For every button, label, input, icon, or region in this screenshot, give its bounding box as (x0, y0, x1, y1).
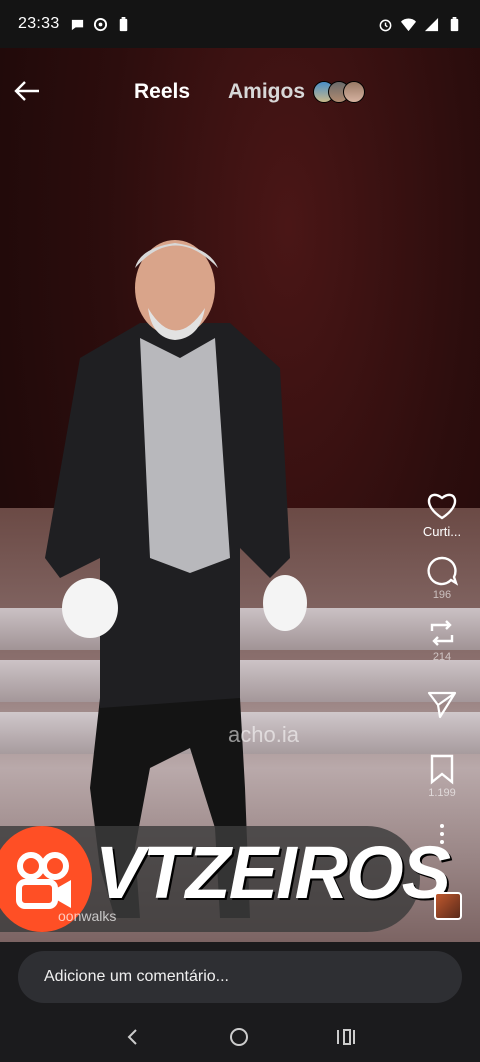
heart-icon (427, 493, 457, 520)
like-label: Curti... (422, 524, 462, 539)
arrow-left-icon (14, 81, 39, 101)
status-time: 23:33 (18, 15, 60, 32)
save-count: 1.199 (428, 787, 456, 799)
send-icon (427, 691, 457, 719)
repost-icon (430, 620, 454, 646)
alarm-icon (379, 19, 392, 31)
chat-bubble-icon (71, 19, 83, 30)
reel-video[interactable]: acho.ia (0, 48, 480, 942)
tab-friends-label: Amigos (228, 80, 306, 103)
nav-back-icon[interactable] (123, 1027, 143, 1047)
target-icon (93, 17, 107, 31)
comment-icon (427, 556, 458, 586)
comment-input[interactable]: Adicione um comentário... (18, 951, 462, 1003)
friends-avatars (313, 81, 366, 103)
nav-home-icon[interactable] (228, 1026, 250, 1048)
music-line: oonwalks (58, 908, 117, 924)
banner-title: VTZEIROS (95, 831, 451, 914)
dancer-figure (45, 240, 307, 918)
top-nav: Reels Amigos (0, 60, 480, 120)
system-nav-bar (0, 1012, 480, 1062)
like-button[interactable]: Curti... (423, 490, 461, 539)
tab-reels[interactable]: Reels (134, 80, 190, 104)
comment-count: 196 (432, 589, 452, 601)
music-thumbnail[interactable] (434, 892, 462, 920)
comment-bar: Adicione um comentário... (0, 942, 480, 1012)
back-button[interactable] (10, 74, 44, 108)
battery-icon (450, 16, 459, 31)
repost-count: 214 (432, 651, 452, 663)
video-watermark: acho.ia (228, 722, 299, 747)
nav-recents-icon[interactable] (335, 1027, 357, 1047)
save-button[interactable]: 1.199 (428, 753, 456, 799)
avatar (343, 81, 366, 103)
action-rail: Curti... 196 214 1.199 (412, 490, 472, 861)
signal-icon (424, 17, 439, 31)
status-bar: 23:33 (0, 0, 480, 48)
share-button[interactable] (426, 689, 458, 719)
wifi-icon (401, 17, 416, 31)
battery-saver-icon (119, 16, 127, 31)
comment-button[interactable]: 196 (426, 555, 458, 601)
repost-button[interactable]: 214 (426, 617, 458, 663)
bookmark-icon (430, 754, 454, 785)
camera-logo-icon (16, 852, 71, 909)
tab-friends[interactable]: Amigos (228, 80, 366, 104)
